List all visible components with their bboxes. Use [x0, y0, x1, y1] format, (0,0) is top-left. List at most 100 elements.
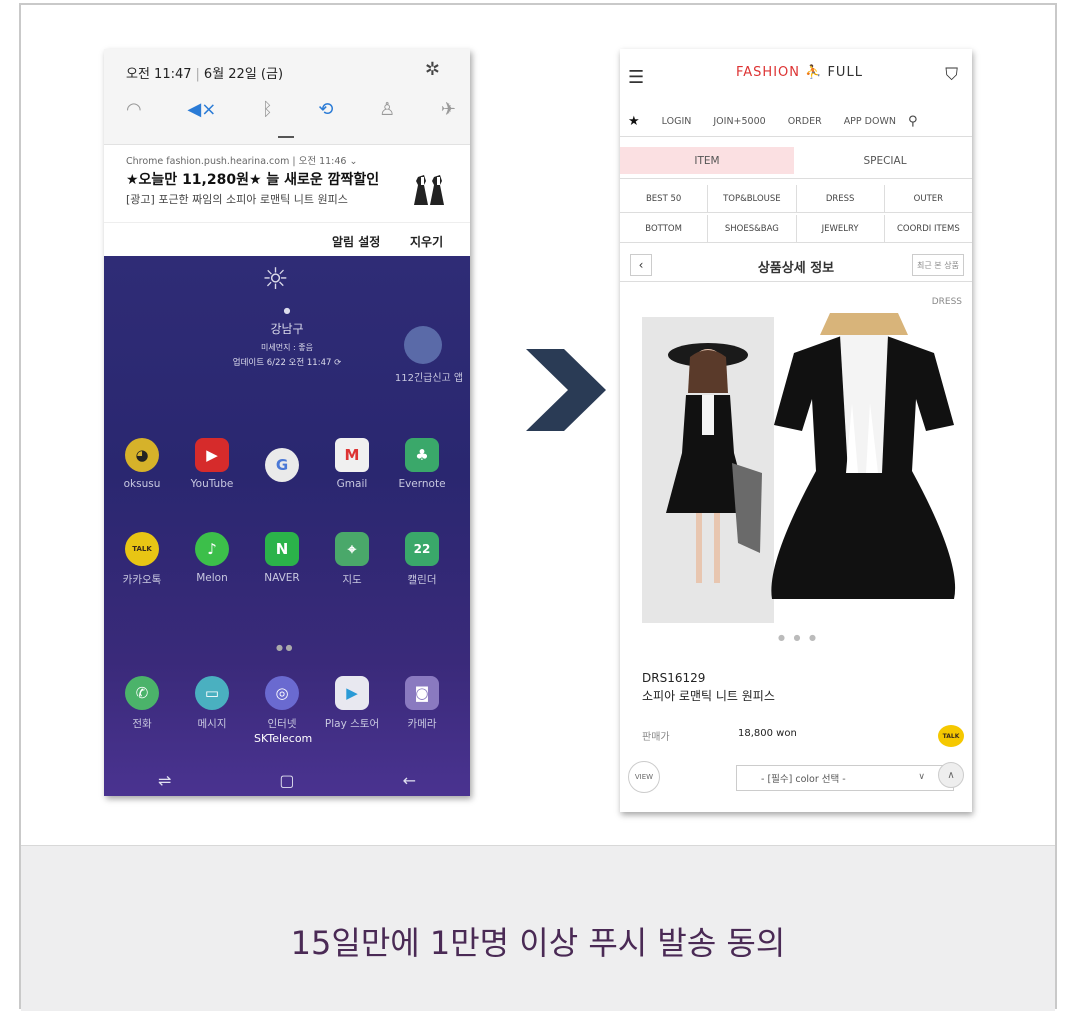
category-bottom[interactable]: BOTTOM: [620, 215, 709, 242]
app-maps[interactable]: ⌖ 지도: [322, 532, 382, 587]
bluetooth-icon[interactable]: ᛒ: [262, 99, 273, 120]
category-row-2: BOTTOM SHOES&BAG JEWELRY COORDI ITEMS: [620, 215, 972, 243]
app-oksusu[interactable]: ◕ oksusu: [112, 438, 172, 490]
app-youtube[interactable]: ▶ YouTube: [182, 438, 242, 490]
gear-icon[interactable]: ✲: [425, 59, 440, 80]
category-row-1: BEST 50 TOP&BLOUSE DRESS OUTER: [620, 185, 972, 213]
app-melon[interactable]: ♪ Melon: [182, 532, 242, 584]
product-code: DRS16129: [642, 671, 706, 685]
android-phone-screenshot: 오전 11:47 | 6월 22일 (금) ✲ ◠ ◀× ᛒ ⟲ ♙ ✈ Chrom…: [104, 49, 470, 796]
tab-item[interactable]: ITEM: [620, 147, 794, 174]
shop-header: ☰ FASHION ⛹ FULL ⛉: [620, 49, 972, 105]
login-link[interactable]: LOGIN: [662, 116, 692, 127]
image-carousel-dots[interactable]: ● ● ●: [778, 633, 819, 642]
caption-text: 15일만에 1만명 이상 푸시 발송 동의: [290, 924, 786, 962]
content-frame: 오전 11:47 | 6월 22일 (금) ✲ ◠ ◀× ᛒ ⟲ ♙ ✈ Chrom…: [19, 3, 1057, 1011]
map-icon: ⌖: [335, 532, 369, 566]
recent-apps-icon[interactable]: ⇌: [158, 771, 171, 790]
color-select-value: - [필수] color 선택 -: [761, 774, 846, 785]
notification-source: Chrome fashion.push.hearina.com | 오전 11:…: [126, 156, 358, 167]
app-kakaotalk[interactable]: TALK 카카오톡: [112, 532, 172, 587]
category-top-blouse[interactable]: TOP&BLOUSE: [708, 185, 797, 212]
app-phone[interactable]: ✆ 전화: [112, 676, 172, 731]
tab-special[interactable]: SPECIAL: [798, 143, 972, 178]
category-coordi-items[interactable]: COORDI ITEMS: [885, 215, 972, 242]
caption-panel: 15일만에 1만명 이상 푸시 발송 동의: [21, 845, 1055, 1011]
calendar-icon: 22: [405, 532, 439, 566]
notification-body: [광고] 포근한 짜임의 소피아 로맨틱 니트 원피스: [126, 193, 348, 206]
sun-icon: ☼: [262, 262, 289, 297]
push-notification[interactable]: Chrome fashion.push.hearina.com | 오전 11:…: [104, 144, 470, 222]
emergency-app-icon[interactable]: [404, 326, 442, 364]
app-naver[interactable]: N NAVER: [252, 532, 312, 584]
hamburger-menu-icon[interactable]: ☰: [628, 67, 644, 88]
message-icon: ▭: [195, 676, 229, 710]
category-dress[interactable]: DRESS: [797, 185, 885, 212]
oksusu-icon: ◕: [125, 438, 159, 472]
category-outer[interactable]: OUTER: [885, 185, 972, 212]
recent-products-button[interactable]: 최근 본 상품: [912, 254, 964, 276]
kakao-talk-icon[interactable]: TALK: [938, 725, 964, 747]
app-evernote[interactable]: ♣ Evernote: [392, 438, 452, 490]
chevron-down-icon: ∨: [918, 772, 925, 782]
category-jewelry[interactable]: JEWELRY: [797, 215, 885, 242]
join-link[interactable]: JOIN+5000: [713, 116, 765, 127]
camera-icon: ◙: [405, 676, 439, 710]
airplane-icon[interactable]: ✈: [441, 99, 456, 120]
android-nav-bar: ⇌ ▢ ←: [104, 764, 470, 796]
category-shoes-bag[interactable]: SHOES&BAG: [708, 215, 797, 242]
category-best50[interactable]: BEST 50: [620, 185, 709, 212]
wifi-icon[interactable]: ◠: [126, 99, 142, 120]
sync-icon[interactable]: ⟲: [318, 99, 333, 120]
notification-actions: 알림 설정 지우기: [104, 222, 470, 256]
color-select[interactable]: - [필수] color 선택 - ∨: [736, 765, 954, 791]
dress-thumbnail-icon: [414, 175, 444, 205]
app-internet[interactable]: ◎ 인터넷: [252, 676, 312, 731]
chevron-right-icon: [526, 349, 606, 431]
youtube-icon: ▶: [195, 438, 229, 472]
internet-icon: ◎: [265, 676, 299, 710]
app-camera[interactable]: ◙ 카메라: [392, 676, 452, 731]
product-image[interactable]: [642, 313, 964, 625]
app-messages[interactable]: ▭ 메시지: [182, 676, 242, 731]
top-menu: ★ LOGIN JOIN+5000 ORDER APP DOWN ⚲: [620, 107, 972, 137]
shade-handle[interactable]: [278, 136, 294, 138]
star-icon[interactable]: ★: [628, 114, 640, 129]
main-tabs: ITEM SPECIAL: [620, 143, 972, 179]
search-icon[interactable]: ⚲: [908, 114, 918, 129]
emergency-app-label: 112긴급신고 앱: [394, 373, 464, 384]
notification-shade: 오전 11:47 | 6월 22일 (금) ✲ ◠ ◀× ᛒ ⟲ ♙ ✈ Chrom…: [104, 49, 470, 256]
order-link[interactable]: ORDER: [788, 116, 822, 127]
melon-icon: ♪: [195, 532, 229, 566]
app-down-link[interactable]: APP DOWN: [844, 116, 896, 127]
status-bar: 오전 11:47 | 6월 22일 (금): [126, 67, 284, 82]
app-google[interactable]: G: [252, 448, 312, 482]
notification-title: ★오늘만 11,280원★ 늘 새로운 깜짝할인: [126, 172, 380, 188]
product-name: 소피아 로맨틱 니트 원피스: [642, 689, 775, 703]
kakaotalk-icon: TALK: [125, 532, 159, 566]
home-icon[interactable]: ▢: [279, 771, 294, 790]
back-icon[interactable]: ←: [403, 771, 416, 790]
carrier-label: SKTelecom: [254, 732, 313, 745]
page-indicator: ● ●: [276, 643, 293, 652]
fashionfull-logo[interactable]: FASHION ⛹ FULL: [736, 65, 863, 80]
app-gmail[interactable]: M Gmail: [322, 438, 382, 490]
app-play-store[interactable]: ▶ Play 스토어: [322, 676, 382, 731]
flashlight-icon[interactable]: ♙: [379, 99, 395, 120]
detail-header: ‹ 상품상세 정보 최근 본 상품: [620, 248, 972, 282]
app-calendar[interactable]: 22 캘린더: [392, 532, 452, 587]
phone-icon: ✆: [125, 676, 159, 710]
shop-mobile-screenshot: ☰ FASHION ⛹ FULL ⛉ ★ LOGIN JOIN+5000 ORD…: [620, 49, 972, 812]
status-date: 6월 22일 (금): [203, 67, 284, 82]
naver-icon: N: [265, 532, 299, 566]
notification-settings-button[interactable]: 알림 설정: [332, 233, 380, 250]
view-button[interactable]: VIEW: [628, 761, 660, 793]
status-time: 오전 11:47: [126, 67, 192, 82]
product-price: 18,800 won: [738, 728, 797, 739]
scroll-top-icon[interactable]: ∧: [938, 762, 964, 788]
mute-icon[interactable]: ◀×: [187, 99, 216, 120]
shopping-bag-icon[interactable]: ⛉: [945, 65, 958, 85]
play-store-icon: ▶: [335, 676, 369, 710]
clear-notifications-button[interactable]: 지우기: [410, 233, 443, 250]
home-screen: ☼ ● 강남구 미세먼지 : 좋음 업데이트 6/22 오전 11:47 ⟳ 1…: [104, 256, 470, 796]
